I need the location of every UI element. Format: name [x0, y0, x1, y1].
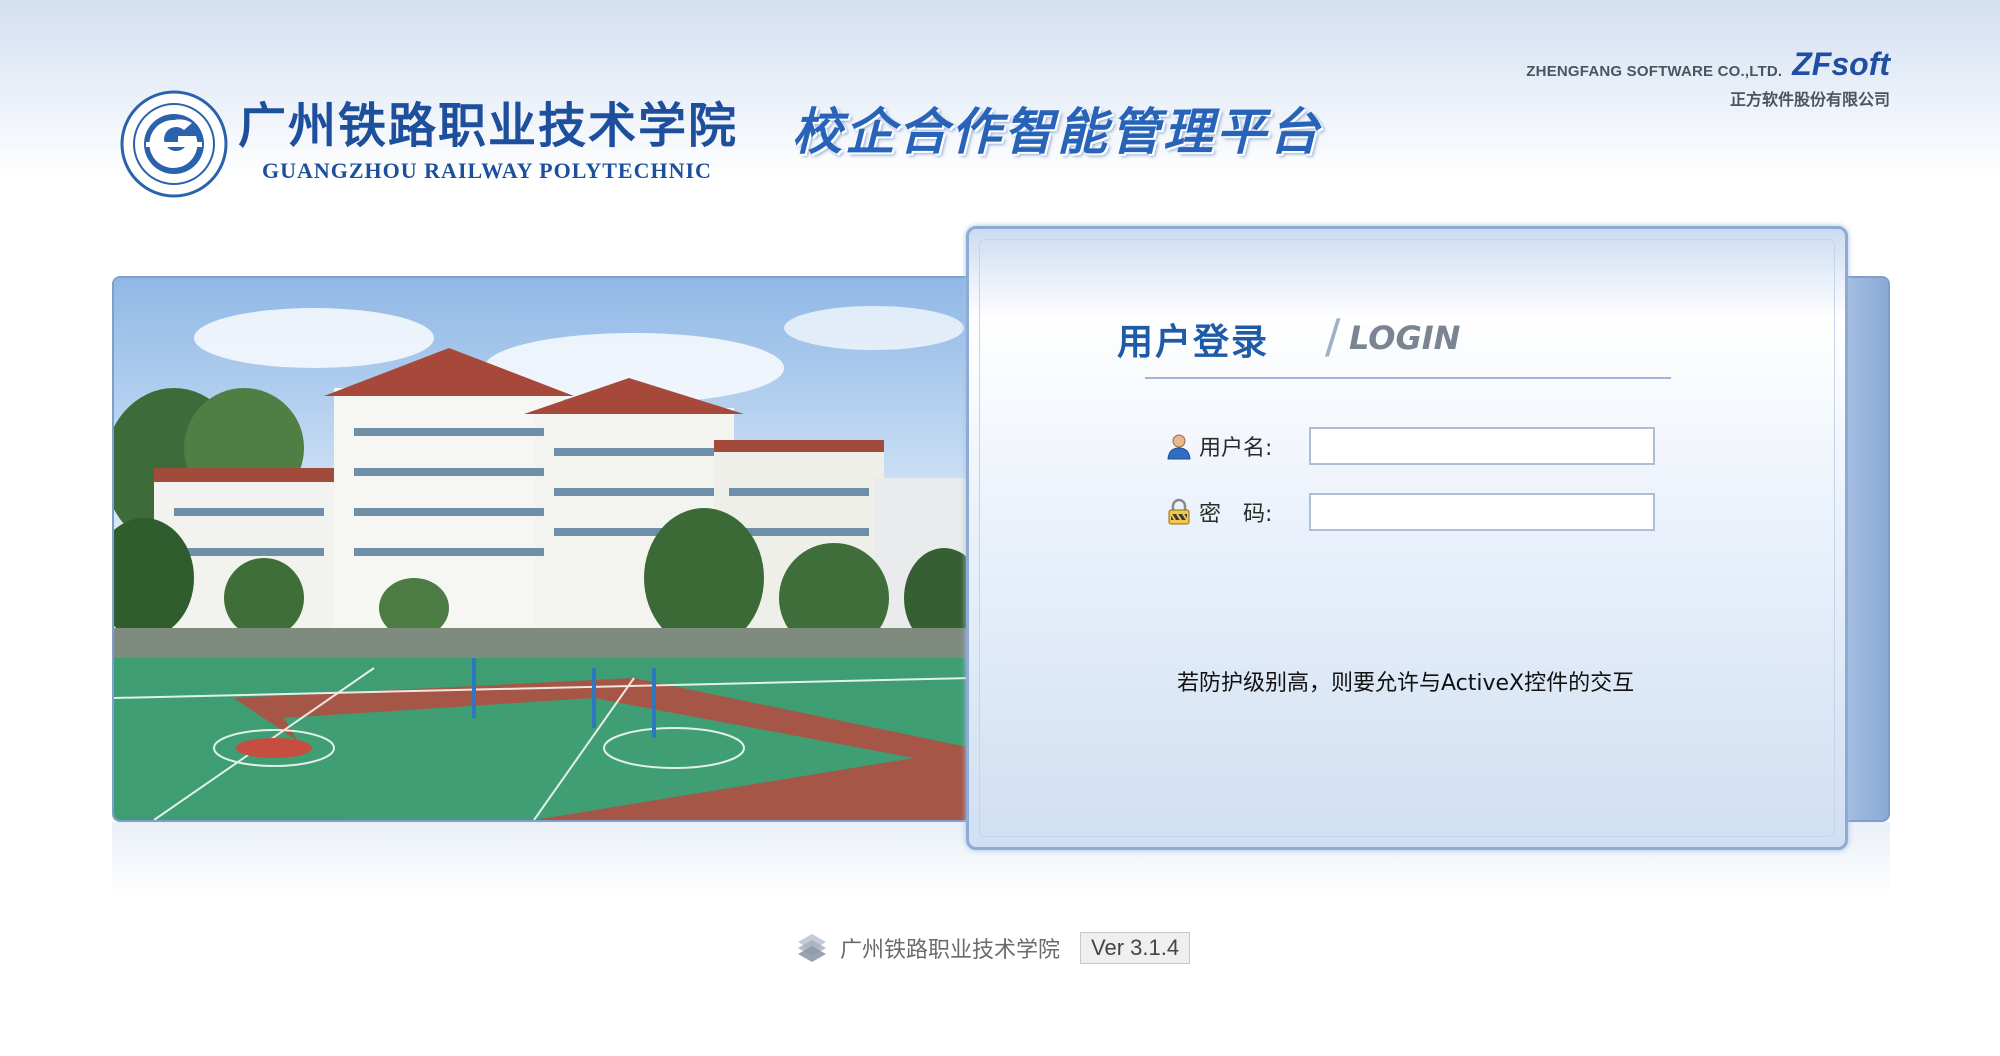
username-label: 用户名:: [1199, 436, 1273, 461]
vendor-english-name: ZHENGFANG SOFTWARE CO.,LTD.: [1526, 63, 1783, 80]
title-divider: /: [1325, 309, 1341, 363]
login-panel: 用户登录 / LOGIN 用户名: 密 码: 若防护级别高，则要允许与Activ…: [966, 226, 1848, 850]
user-icon: [1167, 434, 1191, 460]
school-seal-logo: [120, 90, 228, 198]
login-title: 用户登录: [1117, 322, 1270, 363]
version-badge: Ver 3.1.4: [1080, 932, 1191, 964]
username-input[interactable]: [1309, 427, 1655, 465]
vendor-brand-logo: ZFsoft: [1792, 46, 1890, 82]
platform-title: 校企合作智能管理平台: [792, 103, 1322, 161]
campus-illustration: [114, 278, 972, 820]
lock-icon: [1168, 498, 1190, 525]
activex-note: 若防护级别高，则要允许与ActiveX控件的交互: [1177, 671, 1635, 696]
footer-school-name: 广州铁路职业技术学院: [840, 938, 1061, 963]
password-input[interactable]: [1309, 493, 1655, 531]
footer: 广州铁路职业技术学院 Ver 3.1.4: [794, 930, 1191, 966]
zf-logo-icon: [798, 934, 826, 962]
vendor-chinese-name: 正方软件股份有限公司: [1729, 90, 1890, 109]
username-row: 用户名:: [1165, 427, 1655, 465]
vendor-block: ZHENGFANG SOFTWARE CO.,LTD. ZFsoft 正方软件股…: [1526, 48, 1890, 110]
password-label: 密 码:: [1199, 502, 1273, 527]
school-english-name: GUANGZHOU RAILWAY POLYTECHNIC: [262, 158, 712, 183]
campus-photo: [112, 276, 974, 822]
login-subtitle: LOGIN: [1349, 319, 1461, 357]
title-underline: [1145, 377, 1671, 379]
school-chinese-name: 广州铁路职业技术学院: [238, 98, 739, 154]
password-row: 密 码:: [1165, 493, 1655, 531]
